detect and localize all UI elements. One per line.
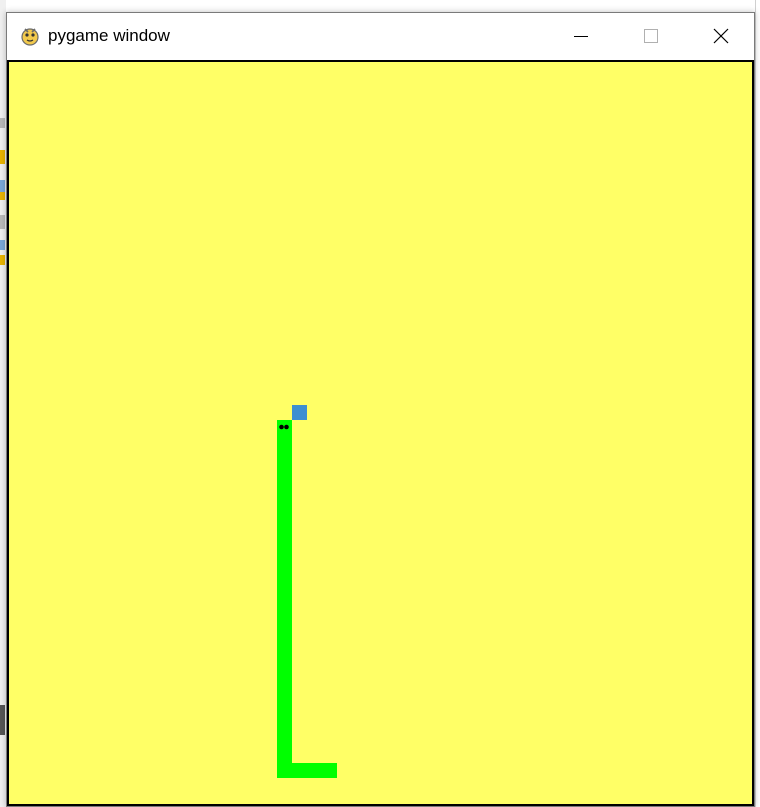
background-fragment bbox=[0, 192, 5, 200]
pygame-window: pygame window bbox=[6, 12, 755, 807]
background-fragment bbox=[0, 180, 5, 192]
snake-eye-right bbox=[284, 424, 289, 430]
background-window-right-edge bbox=[755, 0, 760, 807]
minimize-icon bbox=[574, 36, 588, 37]
snake-eye-left bbox=[279, 424, 284, 430]
pygame-snake-icon bbox=[21, 28, 39, 46]
background-fragment bbox=[0, 118, 5, 128]
game-background bbox=[9, 62, 752, 804]
background-fragment bbox=[0, 705, 5, 735]
window-title: pygame window bbox=[48, 26, 170, 45]
maximize-button[interactable] bbox=[617, 13, 685, 59]
maximize-icon bbox=[644, 29, 658, 43]
title-bar[interactable]: pygame window bbox=[7, 13, 754, 60]
game-area[interactable] bbox=[7, 60, 754, 806]
background-fragment bbox=[0, 255, 5, 265]
background-fragment bbox=[0, 215, 5, 229]
food-pellet bbox=[292, 405, 307, 420]
background-fragment bbox=[0, 240, 5, 250]
snake-body-tail bbox=[277, 763, 337, 778]
close-button[interactable] bbox=[687, 13, 755, 59]
close-icon bbox=[713, 28, 729, 44]
minimize-button[interactable] bbox=[547, 13, 615, 59]
snake-body-vertical bbox=[277, 420, 292, 778]
background-fragment bbox=[0, 150, 5, 164]
desktop: pygame window bbox=[0, 0, 760, 807]
game-canvas bbox=[9, 62, 752, 804]
